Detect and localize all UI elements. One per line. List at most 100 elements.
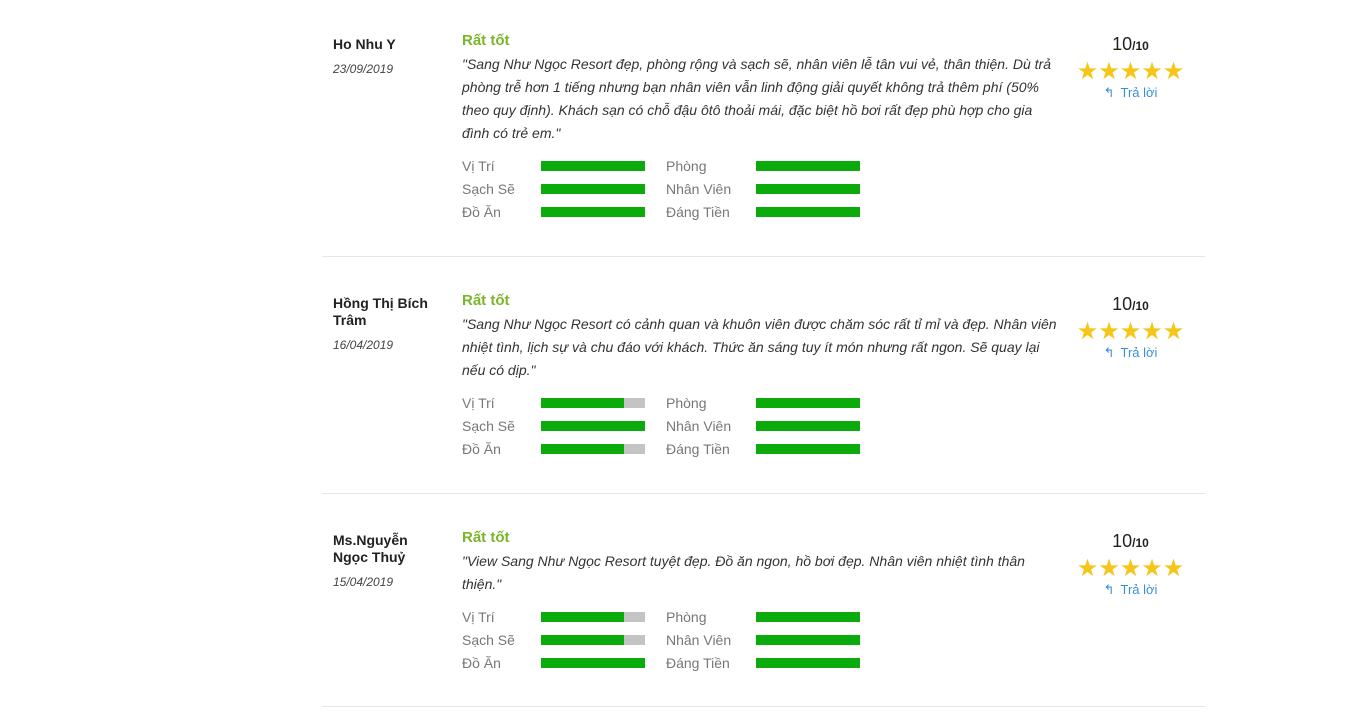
rating-bar-fill <box>756 161 860 171</box>
rating-bar-fill <box>541 184 645 194</box>
star-icon: ★ <box>1162 555 1185 582</box>
rating-label: Đồ Ăn <box>462 655 501 671</box>
rating-bar-fill <box>541 398 625 408</box>
reply-link[interactable]: ↰ Trả lời <box>1074 582 1187 598</box>
rating-label: Sạch Sẽ <box>462 418 515 434</box>
rating-label: Nhân Viên <box>666 181 732 197</box>
rating-label: Phòng <box>666 609 707 625</box>
star-icon: ★ <box>1119 318 1142 345</box>
rating-bar-fill <box>756 635 860 645</box>
rating-bar <box>756 635 860 645</box>
star-rating: ★★★★★ <box>1074 557 1187 581</box>
rating-bar-fill <box>756 444 860 454</box>
rating-bar-fill <box>541 444 625 454</box>
review-verdict: Rất tốt <box>462 292 510 309</box>
review-date: 23/09/2019 <box>333 62 394 76</box>
review-comment: "Sang Như Ngọc Resort có cảnh quan và kh… <box>462 316 1057 378</box>
rating-label: Đáng Tiền <box>666 204 730 220</box>
rating-label: Đồ Ăn <box>462 204 501 220</box>
rating-bar <box>756 444 860 454</box>
review-list: Ho Nhu Y 23/09/2019 Rất tốt "Sang Như Ng… <box>322 0 1205 707</box>
rating-bar <box>756 421 860 431</box>
rating-label: Sạch Sẽ <box>462 181 515 197</box>
rating-bar-fill <box>541 658 645 668</box>
star-rating: ★★★★★ <box>1074 320 1187 344</box>
rating-bar <box>541 658 645 668</box>
rating-bar <box>541 635 645 645</box>
reply-link[interactable]: ↰ Trả lời <box>1074 345 1187 361</box>
star-icon: ★ <box>1141 318 1163 345</box>
rating-breakdown: Vị Trí Phòng Sạch Sẽ Nhân Viên Đồ Ăn Đáng Tiề… <box>462 157 1057 221</box>
score-box: 10/10 ★★★★★ ↰ Trả lời <box>1074 294 1187 361</box>
star-icon: ★ <box>1141 58 1163 85</box>
rating-label: Vị Trí <box>462 395 495 411</box>
score-box: 10/10 ★★★★★ ↰ Trả lời <box>1074 531 1187 598</box>
rating-bar <box>541 398 645 408</box>
rating-bar-fill <box>756 398 860 408</box>
star-icon: ★ <box>1098 555 1120 582</box>
rating-label: Đáng Tiền <box>666 441 730 457</box>
reply-arrow-icon: ↰ <box>1103 345 1115 360</box>
rating-bar <box>541 612 645 622</box>
rating-bar <box>756 612 860 622</box>
star-icon: ★ <box>1098 318 1120 345</box>
rating-label: Đáng Tiền <box>666 655 730 671</box>
rating-label: Nhân Viên <box>666 418 732 434</box>
rating-label: Nhân Viên <box>666 632 732 648</box>
reply-arrow-icon: ↰ <box>1103 85 1115 100</box>
rating-bar <box>541 421 645 431</box>
rating-bar <box>756 184 860 194</box>
score-box: 10/10 ★★★★★ ↰ Trả lời <box>1074 34 1187 101</box>
star-icon: ★ <box>1076 555 1099 582</box>
rating-label: Phòng <box>666 158 707 174</box>
rating-bar <box>541 184 645 194</box>
reply-link[interactable]: ↰ Trả lời <box>1074 85 1187 101</box>
star-icon: ★ <box>1076 318 1099 345</box>
review-content: Rất tốt "Sang Như Ngọc Resort đẹp, phòng… <box>462 32 1057 221</box>
author-name: Ms.Nguyễn Ngọc Thuỷ <box>333 532 408 565</box>
rating-bar-fill <box>756 207 860 217</box>
star-icon: ★ <box>1162 318 1185 345</box>
rating-bar-fill <box>756 612 860 622</box>
rating-breakdown: Vị Trí Phòng Sạch Sẽ Nhân Viên Đồ Ăn Đáng Tiề… <box>462 394 1057 458</box>
rating-bar <box>541 161 645 171</box>
rating-bar-fill <box>756 184 860 194</box>
rating-bar-fill <box>541 161 645 171</box>
rating-bar <box>756 398 860 408</box>
rating-bar-fill <box>541 635 625 645</box>
rating-breakdown: Vị Trí Phòng Sạch Sẽ Nhân Viên Đồ Ăn Đáng Tiề… <box>462 608 1057 672</box>
rating-label: Đồ Ăn <box>462 441 501 457</box>
review-item: Ho Nhu Y 23/09/2019 Rất tốt "Sang Như Ng… <box>322 0 1205 257</box>
review-score: 10/10 <box>1112 531 1149 551</box>
review-date: 16/04/2019 <box>333 338 394 352</box>
rating-bar-fill <box>541 421 645 431</box>
rating-label: Phòng <box>666 395 707 411</box>
star-rating: ★★★★★ <box>1074 60 1187 84</box>
review-verdict: Rất tốt <box>462 529 510 546</box>
star-icon: ★ <box>1076 58 1099 85</box>
rating-label: Vị Trí <box>462 609 495 625</box>
rating-bar <box>756 161 860 171</box>
author-name: Ho Nhu Y <box>333 36 396 52</box>
author-name: Hồng Thị Bích Trâm <box>333 295 428 328</box>
review-comment: "View Sang Như Ngọc Resort tuyệt đẹp. Đồ… <box>462 553 1025 592</box>
review-item: Hồng Thị Bích Trâm 16/04/2019 Rất tốt "S… <box>322 257 1205 494</box>
review-author: Ms.Nguyễn Ngọc Thuỷ 15/04/2019 <box>333 532 443 589</box>
rating-bar-fill <box>541 207 645 217</box>
rating-label: Sạch Sẽ <box>462 632 515 648</box>
review-author: Hồng Thị Bích Trâm 16/04/2019 <box>333 295 443 352</box>
review-content: Rất tốt "Sang Như Ngọc Resort có cảnh qu… <box>462 292 1057 458</box>
star-icon: ★ <box>1119 58 1142 85</box>
star-icon: ★ <box>1119 555 1142 582</box>
rating-bar-fill <box>756 421 860 431</box>
rating-label: Vị Trí <box>462 158 495 174</box>
review-date: 15/04/2019 <box>333 575 394 589</box>
rating-bar <box>756 207 860 217</box>
rating-bar <box>541 207 645 217</box>
rating-bar-fill <box>541 612 625 622</box>
review-author: Ho Nhu Y 23/09/2019 <box>333 36 443 76</box>
star-icon: ★ <box>1098 58 1120 85</box>
star-icon: ★ <box>1141 555 1163 582</box>
reply-arrow-icon: ↰ <box>1103 582 1115 597</box>
rating-bar-fill <box>756 658 860 668</box>
